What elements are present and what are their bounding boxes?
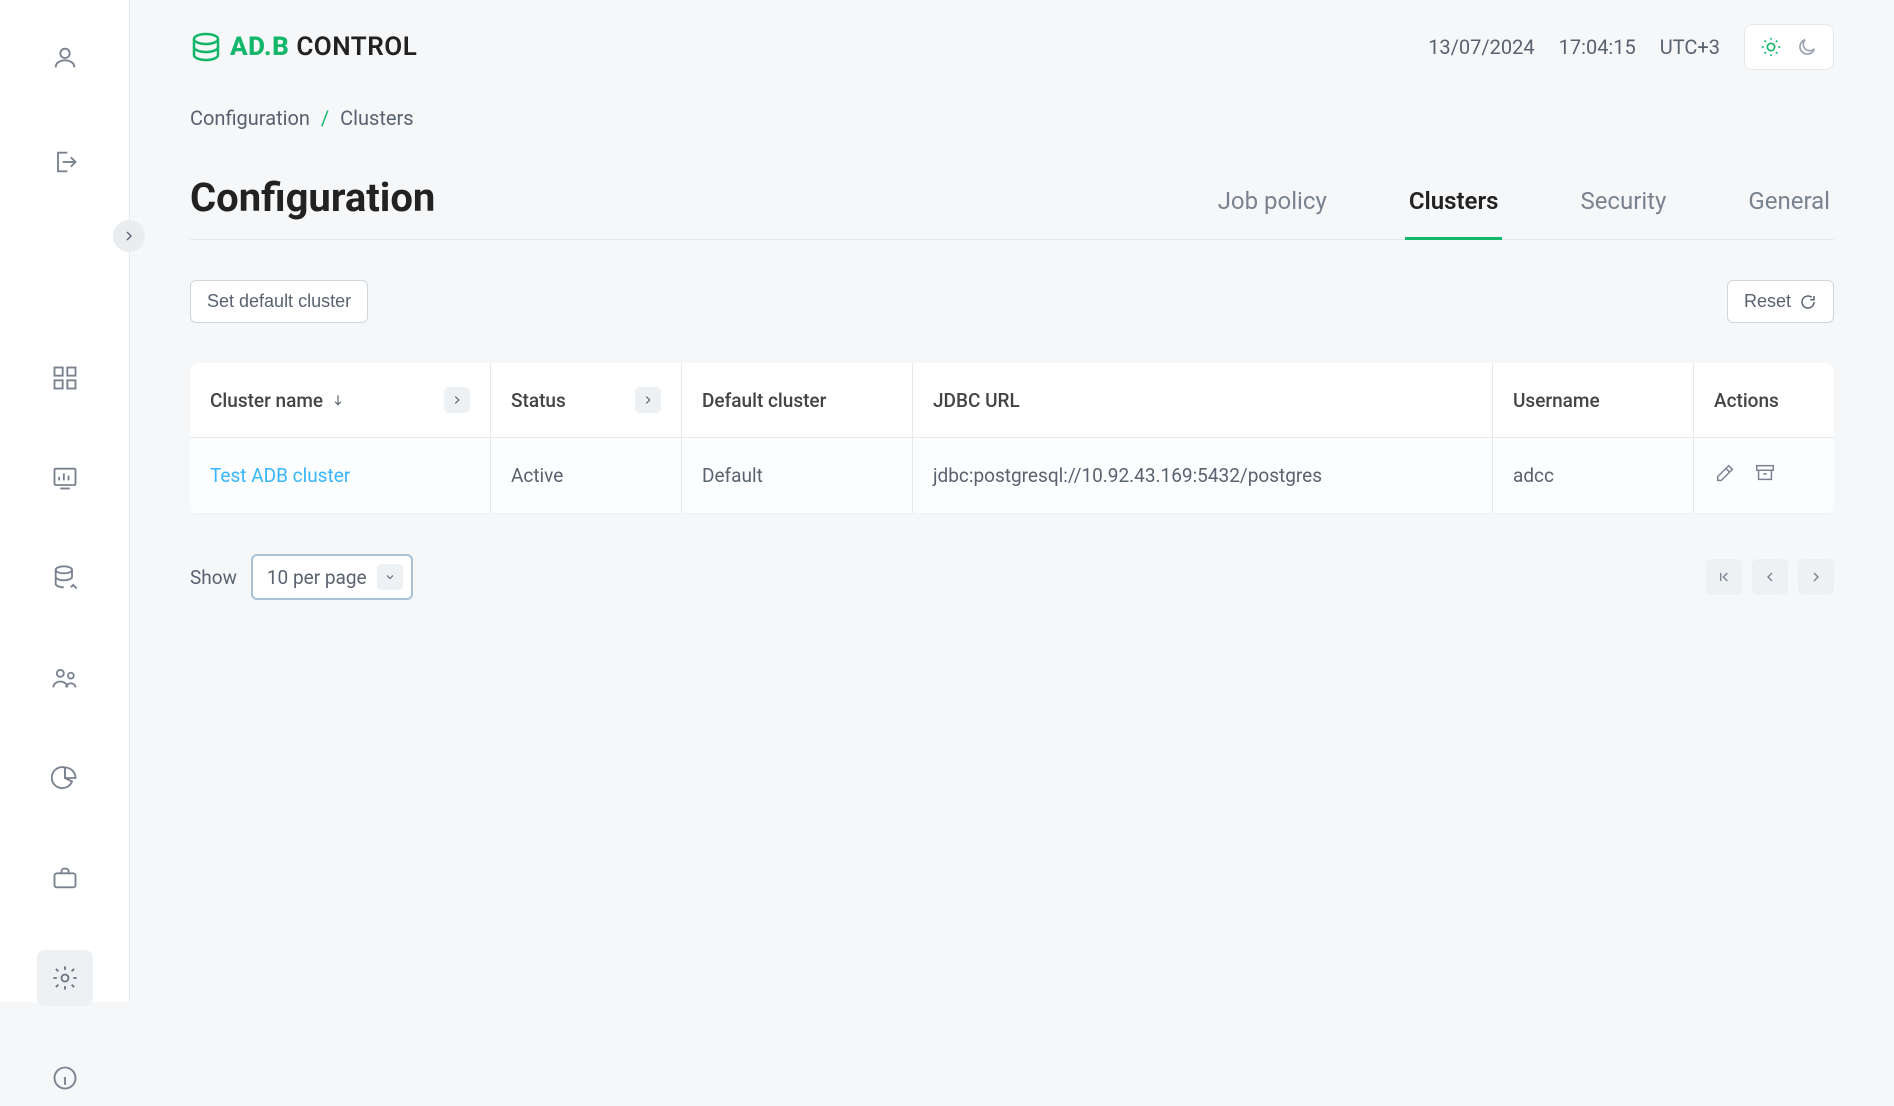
sidebar-logout[interactable]	[37, 134, 93, 190]
pager-next[interactable]	[1798, 559, 1834, 595]
header-time: 17:04:15	[1559, 35, 1636, 59]
cell-default: Default	[682, 440, 912, 511]
th-actions-label: Actions	[1714, 389, 1779, 412]
main-content: AD.B CONTROL 13/07/2024 17:04:15 UTC+3 C…	[130, 0, 1894, 1002]
th-default-cluster: Default cluster	[682, 365, 912, 436]
cell-jdbc-url: jdbc:postgresql://10.92.43.169:5432/post…	[913, 440, 1492, 511]
th-cluster-name[interactable]: Cluster name	[190, 363, 490, 437]
per-page-label: Show	[190, 566, 237, 589]
logo-brand-rest: CONTROL	[296, 32, 417, 62]
clusters-table: Cluster name Status Default cluster JDBC…	[190, 363, 1834, 514]
tab-general[interactable]: General	[1744, 187, 1834, 240]
per-page-value: 10 per page	[267, 566, 367, 589]
th-actions: Actions	[1694, 365, 1834, 436]
sidebar-jobs[interactable]	[37, 850, 93, 906]
table-header: Cluster name Status Default cluster JDBC…	[190, 363, 1834, 438]
th-cluster-name-label: Cluster name	[210, 389, 323, 412]
table-row: Test ADB cluster Active Default jdbc:pos…	[190, 438, 1834, 514]
logo-brand-green: AD.B	[230, 32, 289, 62]
logo: AD.B CONTROL	[190, 32, 417, 62]
theme-dark-button[interactable]	[1793, 33, 1821, 61]
archive-icon[interactable]	[1754, 462, 1776, 489]
th-status-label: Status	[511, 389, 566, 412]
tab-job-policy[interactable]: Job policy	[1214, 187, 1331, 240]
breadcrumb: Configuration / Clusters	[190, 106, 1834, 130]
tab-clusters[interactable]: Clusters	[1405, 187, 1503, 240]
topbar-right: 13/07/2024 17:04:15 UTC+3	[1428, 24, 1834, 70]
sidebar-expand-toggle[interactable]	[113, 220, 145, 252]
th-username: Username	[1493, 365, 1693, 436]
actions-row: Set default cluster Reset	[190, 280, 1834, 323]
sidebar-users[interactable]	[37, 650, 93, 706]
per-page: Show 10 per page	[190, 554, 413, 600]
cell-username: adcc	[1493, 440, 1693, 511]
pager-first[interactable]	[1706, 559, 1742, 595]
edit-icon[interactable]	[1714, 462, 1736, 489]
header-date: 13/07/2024	[1428, 35, 1534, 59]
set-default-cluster-button[interactable]: Set default cluster	[190, 280, 368, 323]
sidebar	[0, 0, 130, 1002]
sidebar-reports[interactable]	[37, 750, 93, 806]
per-page-select[interactable]: 10 per page	[251, 554, 413, 600]
theme-toggle	[1744, 24, 1834, 70]
header-tz: UTC+3	[1660, 35, 1720, 59]
tab-security[interactable]: Security	[1576, 187, 1670, 240]
breadcrumb-root[interactable]: Configuration	[190, 106, 310, 130]
filter-name-icon[interactable]	[444, 387, 470, 413]
set-default-cluster-label: Set default cluster	[207, 291, 351, 312]
th-jdbc-url: JDBC URL	[913, 365, 1492, 436]
th-status[interactable]: Status	[491, 363, 681, 437]
tabs: Job policy Clusters Security General	[1214, 187, 1834, 239]
sidebar-settings[interactable]	[37, 950, 93, 1006]
logo-icon	[190, 32, 222, 62]
pager	[1706, 559, 1834, 595]
sidebar-dashboard[interactable]	[37, 350, 93, 406]
theme-light-button[interactable]	[1757, 33, 1785, 61]
pager-prev[interactable]	[1752, 559, 1788, 595]
topbar: AD.B CONTROL 13/07/2024 17:04:15 UTC+3	[190, 24, 1834, 70]
breadcrumb-sep: /	[321, 106, 329, 130]
th-user-label: Username	[1513, 389, 1600, 412]
sidebar-database[interactable]	[37, 550, 93, 606]
sidebar-account[interactable]	[37, 30, 93, 86]
cluster-name-link[interactable]: Test ADB cluster	[210, 464, 350, 487]
sort-down-icon	[331, 389, 345, 412]
reset-button[interactable]: Reset	[1727, 280, 1834, 323]
page-title: Configuration	[190, 174, 435, 239]
refresh-icon	[1799, 293, 1817, 311]
breadcrumb-leaf: Clusters	[340, 106, 413, 130]
table-footer: Show 10 per page	[190, 554, 1834, 600]
reset-button-label: Reset	[1744, 291, 1791, 312]
page-head: Configuration Job policy Clusters Securi…	[190, 174, 1834, 240]
sidebar-monitoring[interactable]	[37, 450, 93, 506]
cell-status: Active	[491, 440, 681, 511]
th-url-label: JDBC URL	[933, 389, 1020, 412]
filter-status-icon[interactable]	[635, 387, 661, 413]
sidebar-info[interactable]	[37, 1050, 93, 1106]
chevron-down-icon	[377, 564, 403, 590]
th-default-label: Default cluster	[702, 389, 826, 412]
